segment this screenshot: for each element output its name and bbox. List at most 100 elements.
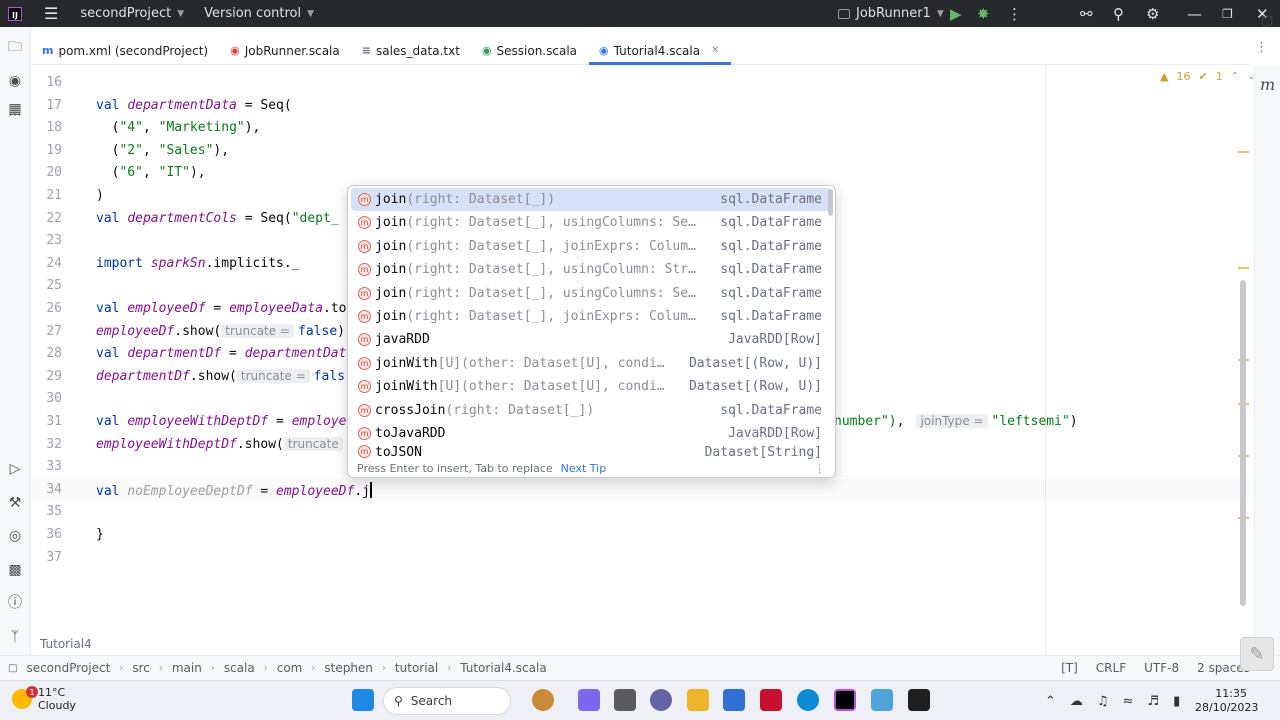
chevron-up-icon[interactable]: ⌃ [1231,71,1239,82]
project-folder-icon[interactable]: 🗀 [7,39,23,55]
problems-icon[interactable]: ⓘ [7,595,23,611]
completion-item[interactable]: m crossJoin (right: Dataset[_]) sql.DataFra… [351,399,832,422]
teams-chat-icon[interactable] [650,689,672,711]
completion-item[interactable]: m join (right: Dataset[_], usingColumns: S… [351,282,832,305]
git-icon[interactable]: ᛉ [7,629,23,645]
status-widget[interactable]: UTF-8 [1144,661,1179,675]
microphone-icon[interactable]: ♫ [1097,694,1109,709]
more-actions-icon[interactable]: ⋮ [1007,0,1022,27]
code-line[interactable]: } [96,527,104,542]
volume-icon[interactable]: ♬ [1147,694,1159,709]
completion-item[interactable]: m javaRDD JavaRDD[Row] [351,328,832,351]
editor-tab[interactable]: m pom.xml (secondProject) [32,37,220,64]
battery-icon[interactable]: ▮ [1173,694,1180,709]
vcs-widget[interactable]: Version control ▼ [204,6,314,21]
code-line[interactable]: import sparkSn.implicits._ [96,256,300,271]
code-line-tail[interactable]: number"), joinType = "leftsemi") [834,414,1078,429]
completion-item[interactable]: m join (right: Dataset[_], joinExprs: Colu… [351,305,832,328]
completion-item[interactable]: m join (right: Dataset[_]) sql.DataFrame [351,188,832,211]
wifi-icon[interactable]: ≈ [1123,694,1134,709]
debug-icon[interactable]: ✸ [977,0,990,27]
close-tab-icon[interactable]: ✕ [711,45,719,56]
code-line[interactable]: employeeWithDeptDf.show(truncate [96,436,347,452]
tab-options-icon[interactable]: ⋮ [1255,40,1268,55]
capcut-icon[interactable] [908,689,930,711]
services-icon[interactable]: ◎ [7,528,23,544]
project-widget[interactable]: secondProject ▼ [80,6,184,21]
breadcrumb-item[interactable]: Tutorial4.scala [460,661,546,675]
completion-item[interactable]: m join (right: Dataset[_], usingColumn: St… [351,258,832,281]
microsoft-store-icon[interactable] [723,689,745,711]
code-line[interactable]: val noEmployeeDeptDf = employeeDf.j [96,481,372,499]
vertical-scrollbar[interactable] [1240,280,1246,606]
edge-browser-icon[interactable] [797,689,819,711]
next-tip-link[interactable]: Next Tip [561,462,607,475]
widgets-icon[interactable] [532,689,554,711]
build-hammer-icon[interactable]: ⚒ [7,495,23,511]
code-line[interactable]: ("2", "Sales"), [96,143,229,158]
search-icon[interactable]: ⚲ [1113,0,1124,27]
editor-tab[interactable]: ◉ JobRunner.scala [220,37,352,64]
terminal-icon[interactable]: ▩ [7,562,23,578]
chevron-up-icon[interactable]: ⌃ [1045,694,1056,709]
error-stripe-marker[interactable] [1238,151,1249,153]
breadcrumb-item[interactable]: main [172,661,202,675]
intellij-logo-icon[interactable]: IJ [8,6,22,21]
onedrive-cloud-icon[interactable]: ☁ [1070,694,1083,709]
breadcrumb-item[interactable]: com [277,661,303,675]
add-user-icon[interactable]: ⚯ [1080,0,1093,27]
breadcrumb-item[interactable]: scala [224,661,255,675]
code-line[interactable]: ("4", "Marketing"), [96,120,261,135]
completion-item[interactable]: m joinWith [U](other: Dataset[U], condi… Da… [351,375,832,398]
code-line[interactable]: ("6", "IT"), [96,165,206,180]
restore-icon[interactable]: ❐ [1222,0,1233,27]
system-clock[interactable]: 11:35 28/10/2023 [1195,687,1258,715]
minimize-icon[interactable]: — [1187,0,1202,27]
run-configuration-selector[interactable]: JobRunner1 ▼ [838,0,944,27]
run-tool-icon[interactable]: ▷ [7,461,23,477]
taskbar-search[interactable]: ⚲ Search [383,687,511,715]
code-line[interactable]: val departmentCols = Seq("dept_ [96,211,339,226]
breadcrumb-item[interactable]: src [132,661,150,675]
completion-scrollbar[interactable] [828,189,833,216]
task-view-icon[interactable] [614,689,636,711]
intellij-taskbar-icon[interactable] [834,689,856,711]
settings-gear-icon[interactable]: ⚙ [1146,0,1159,27]
inspection-widget[interactable]: ▲ 16 ✔ 1 ⌃ ⌄ [1160,70,1255,83]
mcafee-icon[interactable] [760,689,782,711]
error-stripe-marker[interactable] [1238,267,1249,269]
editor-breadcrumb[interactable]: Tutorial4 [40,637,92,651]
weather-widget[interactable]: 1 11°C Cloudy [12,686,76,712]
run-icon[interactable]: ▶ [950,0,962,27]
code-line[interactable]: departmentDf.show(truncate = fals [96,368,345,384]
more-tools-icon[interactable]: ⋯ [7,107,23,123]
completion-item[interactable]: m join (right: Dataset[_], joinExprs: Colu… [351,235,832,258]
completion-item[interactable]: m join (right: Dataset[_], usingColumns: S… [351,211,832,234]
editor-tab[interactable]: ◉ Tutorial4.scala ✕ [589,37,732,65]
code-line[interactable]: ) [96,188,104,203]
status-widget[interactable]: CRLF [1096,661,1126,675]
copilot-icon[interactable] [578,689,600,711]
main-menu-icon[interactable]: ☰ [44,4,58,23]
breadcrumb-item[interactable]: stephen [324,661,373,675]
breadcrumb-item[interactable]: tutorial [395,661,438,675]
breadcrumb-item[interactable]: secondProject [26,661,110,675]
completion-options-icon[interactable]: ⋮ [814,462,825,475]
snipping-tool-icon[interactable] [871,689,893,711]
windows-start-icon[interactable] [352,689,374,711]
editor-tab[interactable]: ◉ Session.scala [472,37,589,64]
code-line[interactable]: val employeeDf = employeeData.to [96,301,346,316]
code-line[interactable]: val departmentData = Seq( [96,98,292,113]
maven-icon[interactable]: m [1260,75,1275,94]
commit-icon[interactable]: ◉ [7,73,23,89]
code-line[interactable]: employeeDf.show(truncate = false) [96,323,345,339]
code-line[interactable]: val employeeWithDeptDf = employe [96,414,346,429]
code-line[interactable]: val departmentDf = departmentDat [96,346,346,361]
completion-item[interactable]: m toJavaRDD JavaRDD[Row] [351,422,832,445]
notifications-icon[interactable]: ▢ [1261,13,1273,28]
editor-tab[interactable]: ≡ sales_data.txt [352,37,472,64]
floating-pen-icon[interactable]: ✎ [1240,637,1274,671]
completion-item[interactable]: m joinWith [U](other: Dataset[U], condi… Da… [351,352,832,375]
status-widget[interactable]: [T] [1061,661,1078,675]
file-explorer-icon[interactable] [687,689,709,711]
